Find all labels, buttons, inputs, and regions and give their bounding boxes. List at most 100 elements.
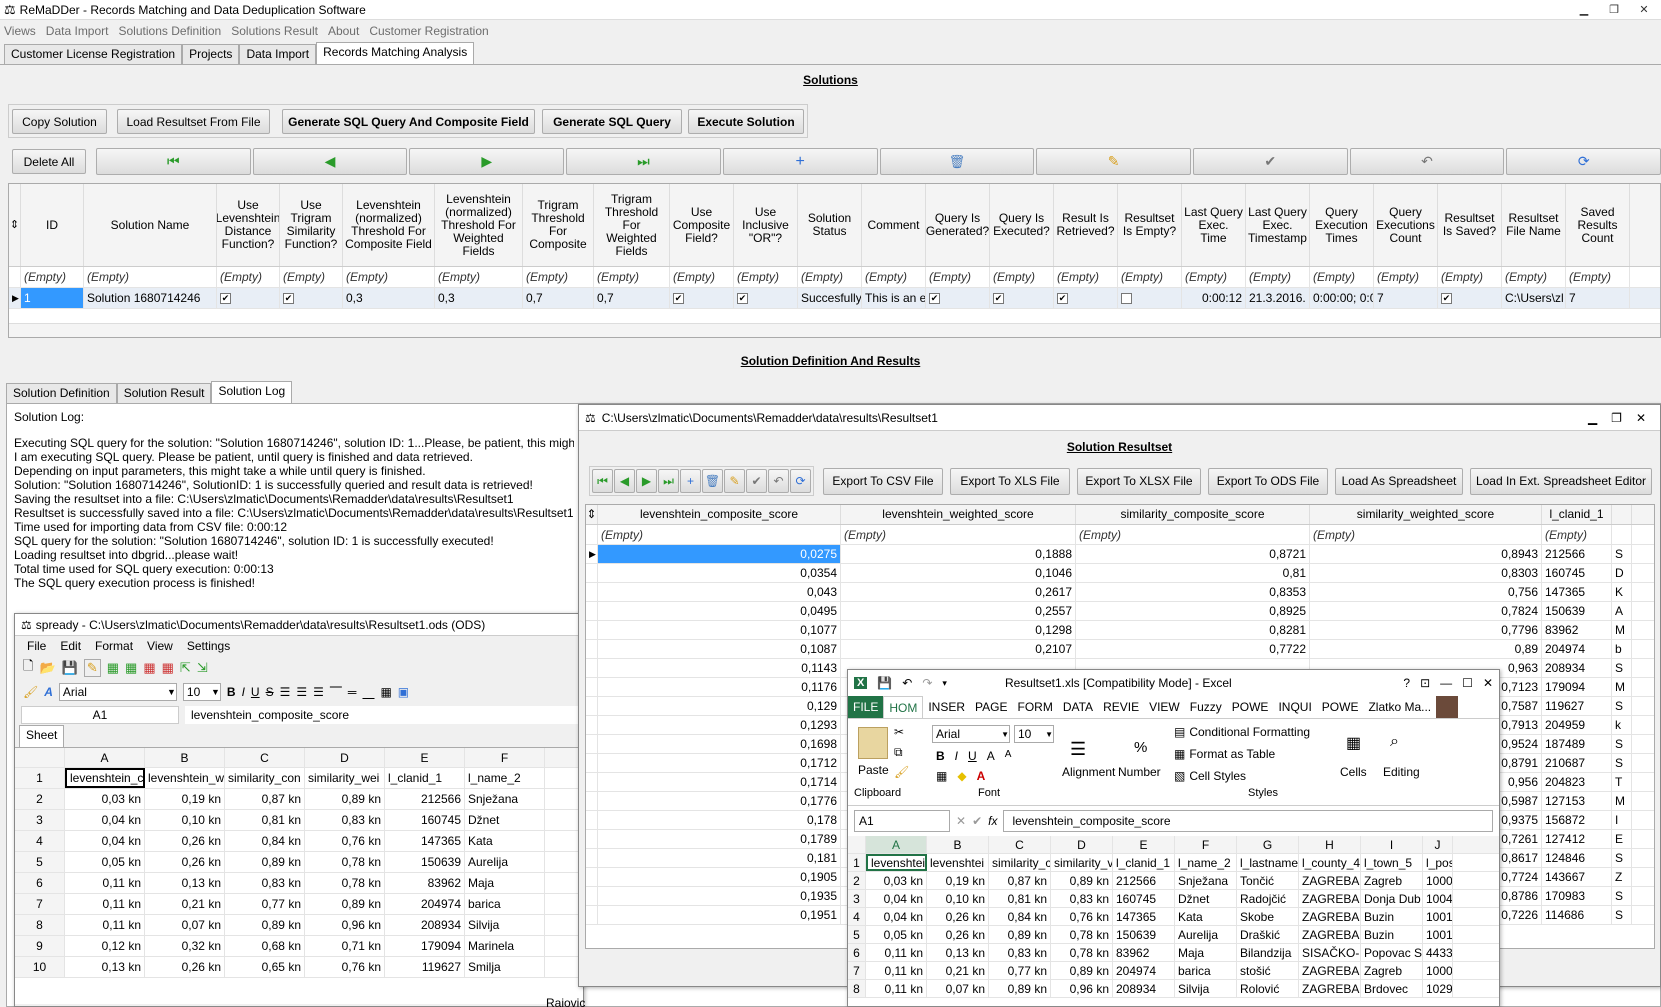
cell[interactable]: 0,1789 (598, 830, 841, 848)
cell[interactable]: 150639 (1113, 926, 1175, 943)
cell[interactable]: 150639 (1542, 602, 1612, 620)
cell[interactable]: Tončić (1237, 872, 1299, 889)
fill-color-icon[interactable]: ◆ (957, 769, 966, 783)
cell[interactable]: 1001 (1423, 908, 1453, 925)
cell[interactable]: 0,83 kn (1051, 890, 1113, 907)
delete-icon[interactable]: 🗑 (702, 469, 723, 493)
cell[interactable]: 0,1712 (598, 754, 841, 772)
table-row[interactable]: 9 0,12 kn 0,32 kn 0,68 kn 0,71 kn 179094 Marin… (15, 936, 583, 957)
cell[interactable]: 0,2617 (841, 583, 1076, 601)
tab-projects[interactable]: Projects (182, 44, 240, 64)
col-query-generated[interactable]: Query Is Generated? (926, 184, 990, 266)
cell[interactable]: 179094 (385, 936, 465, 956)
cell[interactable]: similarity_v (1051, 854, 1113, 871)
cell[interactable]: ZAGREBA (1299, 926, 1361, 943)
cell[interactable]: 119627 (385, 957, 465, 977)
cell[interactable]: D (1612, 564, 1632, 582)
cell[interactable]: 0,21 kn (145, 894, 225, 914)
cell[interactable]: 210687 (1542, 754, 1612, 772)
tab-records-matching[interactable]: Records Matching Analysis (316, 42, 475, 64)
col-clanid[interactable]: l_clanid_1 (1542, 505, 1612, 524)
alignment-icon[interactable]: ☰ (1070, 739, 1086, 760)
col-result-retrieved[interactable]: Result Is Retrieved? (1054, 184, 1118, 266)
cell[interactable]: 212566 (1113, 872, 1175, 889)
table-row[interactable]: 8 0,11 kn 0,07 kn 0,89 kn 0,96 kn 208934 Silvi… (15, 915, 583, 936)
cell[interactable]: 208934 (1542, 659, 1612, 677)
row-header[interactable]: 3 (15, 810, 65, 830)
cell[interactable]: 0,89 kn (305, 789, 385, 809)
cell[interactable]: 0,89 kn (989, 980, 1051, 997)
cell[interactable]: Maja (465, 873, 545, 893)
tab-solution-definition[interactable]: Solution Definition (6, 383, 117, 403)
cell[interactable]: levenshtein_w (145, 768, 225, 788)
refresh-icon[interactable]: ⟳ (1506, 148, 1661, 175)
cell[interactable]: 0,96 kn (305, 915, 385, 935)
execute-solution-button[interactable]: Execute Solution (688, 109, 804, 134)
customize-icon[interactable]: ▾ (942, 678, 947, 689)
col-header[interactable]: I (1361, 836, 1423, 853)
cell[interactable]: 0,8281 (1076, 621, 1310, 639)
cell[interactable]: 0,1698 (598, 735, 841, 753)
cell[interactable]: 124846 (1542, 849, 1612, 867)
cell[interactable]: Z (1612, 868, 1632, 886)
confirm-entry-icon[interactable]: ✔ (972, 814, 982, 828)
restore-icon[interactable]: ❐ (1611, 411, 1622, 425)
cell[interactable]: 0,7722 (1076, 640, 1310, 658)
cell[interactable]: 204959 (1542, 716, 1612, 734)
load-as-spreadsheet-button[interactable]: Load As Spreadsheet (1335, 467, 1463, 495)
cell[interactable]: 0,83 kn (225, 873, 305, 893)
cell[interactable]: 0,7796 (1310, 621, 1542, 639)
percent-icon[interactable]: % (1134, 739, 1147, 756)
cell[interactable]: 0,03 kn (65, 789, 145, 809)
cell[interactable]: Zagreb (1361, 962, 1423, 979)
table-row[interactable]: 7 0,11 kn 0,21 kn 0,77 kn 0,89 kn 204974 baric… (15, 894, 583, 915)
col-lev-weighted-score[interactable]: levenshtein_weighted_score (841, 505, 1076, 524)
cell[interactable]: Draškić (1237, 926, 1299, 943)
cell[interactable]: l_clanid_1 (1113, 854, 1175, 871)
formula-bar[interactable]: levenshtein_composite_score (1003, 810, 1493, 832)
cell[interactable]: S (1612, 545, 1632, 563)
cell[interactable]: 160745 (1113, 890, 1175, 907)
col-header[interactable]: B (927, 836, 989, 853)
filter-cell[interactable]: (Empty) (841, 525, 1076, 544)
filter-cell[interactable]: (Empty) (1054, 267, 1118, 287)
tab-insert[interactable]: INSER (923, 696, 970, 718)
cell[interactable]: Džnet (1175, 890, 1237, 907)
row-header[interactable]: 2 (15, 789, 65, 809)
cell[interactable]: Zagreb (1361, 872, 1423, 889)
cell[interactable]: 0,89 (1310, 640, 1542, 658)
tab-power-2[interactable]: POWE (1317, 696, 1364, 718)
filter-cell[interactable]: (Empty) (280, 267, 343, 287)
row-header[interactable]: 10 (15, 957, 65, 977)
filter-cell[interactable]: (Empty) (84, 267, 217, 287)
cell[interactable]: 0,04 kn (866, 908, 927, 925)
format-as-table-button[interactable]: ▦ Format as Table (1174, 747, 1275, 761)
tab-inquire[interactable]: INQUI (1273, 696, 1316, 718)
table-row[interactable]: 4 0,04 kn 0,26 kn 0,84 kn 0,76 kn 147365 Kata (15, 831, 583, 852)
cell[interactable]: 170983 (1542, 887, 1612, 905)
borders-icon[interactable]: ▦ (936, 769, 947, 783)
cell-lev-weighted[interactable]: 0,3 (435, 288, 523, 308)
col-resultset-empty[interactable]: Resultset Is Empty? (1118, 184, 1182, 266)
grow-font-icon[interactable]: A (987, 749, 995, 763)
column-sizer-icon[interactable]: ⇕ (9, 184, 21, 266)
cell[interactable]: 204974 (385, 894, 465, 914)
cell[interactable]: 204974 (1542, 640, 1612, 658)
row-header[interactable]: 3 (848, 890, 866, 907)
checkbox-query-generated[interactable]: ✔ (929, 292, 940, 304)
filter-cell[interactable]: (Empty) (1502, 267, 1566, 287)
cell[interactable]: S (1612, 697, 1632, 715)
cell-comment[interactable]: This is an e (862, 288, 926, 308)
cell[interactable]: 0,7824 (1310, 602, 1542, 620)
spready-menu-format[interactable]: Format (95, 639, 133, 653)
borders-icon[interactable]: ▦ (380, 685, 391, 699)
cell[interactable]: 83962 (1113, 944, 1175, 961)
conditional-formatting-button[interactable]: ▤ Conditional Formatting (1174, 725, 1310, 739)
cell[interactable]: M (1612, 678, 1632, 696)
tab-formulas[interactable]: FORM (1013, 696, 1058, 718)
cell[interactable]: 127153 (1542, 792, 1612, 810)
cell[interactable]: 0,07 kn (145, 915, 225, 935)
cell[interactable]: Kata (1175, 908, 1237, 925)
cell[interactable]: 0,76 kn (1051, 908, 1113, 925)
underline-icon[interactable]: U (968, 749, 977, 763)
